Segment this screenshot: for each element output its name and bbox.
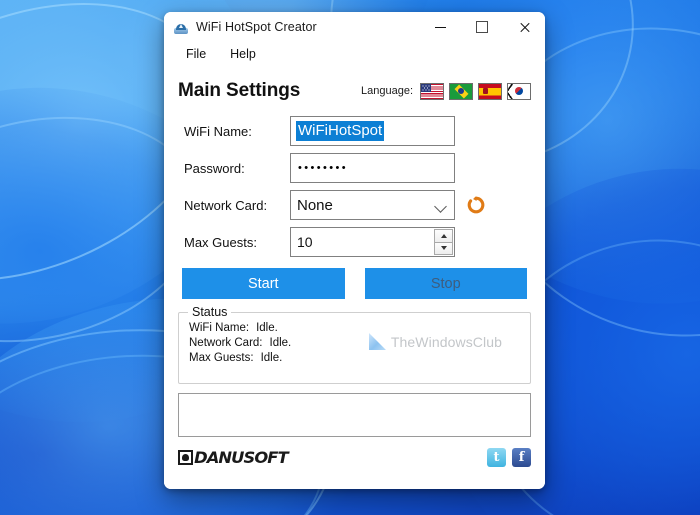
arrow-down-icon (440, 246, 447, 251)
wifi-name-input[interactable]: WiFiHotSpot (290, 116, 455, 146)
close-icon (519, 22, 530, 33)
close-button[interactable] (503, 12, 545, 42)
action-buttons: Start Stop (178, 268, 531, 299)
flag-united-states-icon[interactable] (420, 82, 444, 100)
log-output[interactable] (178, 393, 531, 437)
max-guests-stepper[interactable]: 10 (290, 227, 455, 257)
thewindowsclub-watermark: TheWindowsClub (368, 333, 502, 350)
password-label: Password: (184, 160, 245, 176)
max-guests-value: 10 (297, 234, 313, 250)
stepper-buttons (434, 229, 453, 255)
stepper-down-button[interactable] (434, 242, 453, 255)
network-card-dropdown[interactable]: None (290, 190, 455, 220)
start-button[interactable]: Start (182, 268, 345, 299)
network-card-label: Network Card: (184, 197, 268, 213)
password-input[interactable]: •••••••• (290, 153, 455, 183)
window-title: WiFi HotSpot Creator (196, 20, 317, 34)
wifi-name-label: WiFi Name: (184, 123, 252, 139)
thewindowsclub-logo-icon (368, 333, 386, 350)
network-card-row: Network Card: None (178, 190, 531, 220)
twitter-icon[interactable]: t (487, 447, 506, 467)
language-label: Language: (361, 85, 413, 97)
maximize-icon (476, 21, 488, 33)
title-bar[interactable]: WiFi HotSpot Creator (164, 12, 545, 42)
status-group: Status WiFi Name: Idle. Network Card: Id… (178, 305, 531, 384)
status-max-guests-value: Idle. (260, 352, 283, 364)
password-value: •••••••• (298, 161, 349, 174)
application-window: WiFi HotSpot Creator File Help Main Sett… (164, 12, 545, 489)
flag-brazil-icon[interactable] (449, 82, 473, 100)
wifi-name-row: WiFi Name: WiFiHotSpot (178, 116, 531, 146)
maximize-button[interactable] (461, 12, 503, 42)
status-network-card-key: Network Card: (189, 337, 263, 349)
page-title: Main Settings (178, 80, 301, 101)
network-card-value: None (297, 196, 333, 214)
minimize-icon (434, 26, 446, 28)
danusoft-mark-icon (178, 449, 193, 465)
window-content: Main Settings Language: WiFi Name: WiFiH… (164, 66, 545, 489)
facebook-icon[interactable]: f (512, 447, 531, 467)
status-max-guests-key: Max Guests: (189, 352, 254, 364)
wifi-name-value: WiFiHotSpot (296, 121, 385, 141)
menu-item-help[interactable]: Help (221, 45, 265, 63)
menu-item-file[interactable]: File (177, 45, 215, 63)
thewindowsclub-text: TheWindowsClub (390, 333, 502, 350)
status-legend: Status (188, 305, 232, 319)
refresh-icon[interactable] (467, 196, 485, 214)
danusoft-brand-text: DANUSOFT (194, 447, 289, 467)
status-row: Max Guests: Idle. (189, 351, 520, 366)
flag-spain-icon[interactable] (478, 82, 502, 100)
stop-button[interactable]: Stop (364, 268, 527, 299)
minimize-button[interactable] (419, 12, 461, 42)
chevron-down-icon (434, 200, 447, 213)
arrow-up-icon (440, 233, 447, 238)
flag-south-korea-icon[interactable] (507, 82, 531, 100)
status-wifi-name-key: WiFi Name: (189, 322, 250, 334)
password-row: Password: •••••••• (178, 153, 531, 183)
max-guests-label: Max Guests: (184, 234, 257, 250)
footer: DANUSOFT t f (178, 444, 531, 470)
settings-form: WiFi Name: WiFiHotSpot Password: •••••••… (178, 116, 531, 257)
max-guests-row: Max Guests: 10 (178, 227, 531, 257)
language-selector: Language: (361, 82, 531, 100)
header-row: Main Settings Language: (178, 76, 531, 106)
status-network-card-value: Idle. (269, 337, 292, 349)
menu-bar: File Help (164, 42, 545, 66)
social-links: t f (487, 447, 531, 467)
desktop-wallpaper: WiFi HotSpot Creator File Help Main Sett… (0, 0, 700, 515)
wifi-router-icon (173, 19, 189, 35)
danusoft-logo: DANUSOFT (178, 447, 289, 467)
stepper-up-button[interactable] (434, 229, 453, 243)
window-controls (419, 12, 545, 42)
status-wifi-name-value: Idle. (256, 322, 278, 334)
